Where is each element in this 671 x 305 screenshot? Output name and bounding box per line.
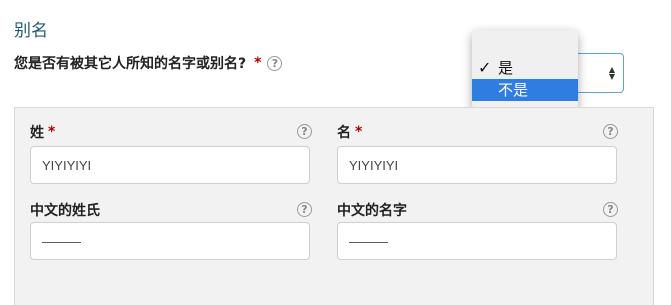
checkmark-icon: ✓ (478, 58, 492, 77)
given-name-input[interactable] (337, 146, 617, 184)
required-asterisk: * (355, 124, 363, 140)
alias-dropdown-menu: ✓ 是 不是 (472, 30, 578, 110)
option-yes-label: 是 (498, 59, 514, 77)
alias-question: 您是否有被其它人所知的名字或别名? * ? (14, 53, 283, 73)
chinese-given-name-label: 中文的名字 (337, 203, 407, 219)
section-title: 别名 (14, 21, 48, 41)
chinese-surname-input[interactable] (30, 222, 310, 260)
help-icon[interactable]: ? (603, 124, 618, 139)
up-down-arrows-icon: ▲ ▼ (608, 65, 615, 81)
option-no[interactable]: 不是 (472, 79, 578, 101)
option-yes[interactable]: ✓ 是 (472, 57, 578, 79)
alias-question-label: 您是否有被其它人所知的名字或别名? (14, 56, 247, 72)
help-icon[interactable]: ? (603, 202, 618, 217)
surname-input[interactable] (30, 146, 310, 184)
required-asterisk: * (254, 55, 262, 71)
chinese-given-name-input[interactable] (337, 222, 617, 260)
help-icon[interactable]: ? (297, 202, 312, 217)
surname-label: 姓 * (30, 124, 56, 141)
alias-details-panel: 姓 * ? 名 * ? 中文的姓氏 ? 中文的名字 ? (14, 107, 654, 305)
option-no-label: 不是 (498, 81, 529, 99)
given-name-label: 名 * (337, 124, 363, 141)
required-asterisk: * (48, 124, 56, 140)
help-icon[interactable]: ? (267, 55, 283, 71)
chinese-surname-label: 中文的姓氏 (30, 203, 100, 219)
help-icon[interactable]: ? (297, 124, 312, 139)
